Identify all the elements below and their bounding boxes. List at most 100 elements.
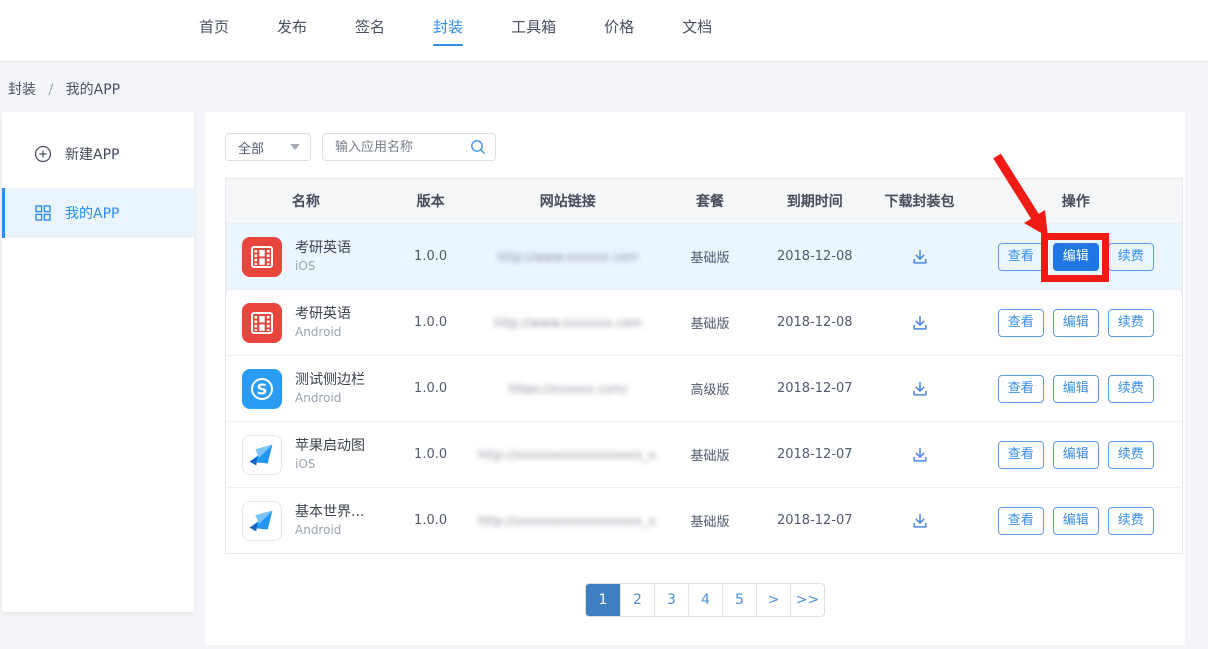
nav-item-4[interactable]: 封装 bbox=[433, 16, 463, 46]
sidebar-item-label: 我的APP bbox=[65, 203, 119, 223]
website-link-blurred: http://xxxxxxxxxxxxxxxxxx_x... bbox=[478, 448, 658, 462]
plan-cell: 基础版 bbox=[660, 445, 760, 464]
version-cell: 1.0.0 bbox=[386, 315, 476, 330]
nav-item-2[interactable]: 发布 bbox=[277, 16, 307, 46]
plan-cell: 基础版 bbox=[660, 313, 760, 332]
filter-dropdown[interactable]: 全部 bbox=[225, 133, 311, 161]
renew-button[interactable]: 续费 bbox=[1108, 375, 1154, 403]
renew-button[interactable]: 续费 bbox=[1108, 243, 1154, 271]
app-name: 苹果启动图 bbox=[295, 437, 365, 456]
top-navigation-bar: 首页 发布 签名 封装 工具箱 价格 文档 bbox=[0, 0, 1208, 62]
app-name: 考研英语 bbox=[295, 305, 351, 324]
app-icon-film-red bbox=[242, 237, 282, 277]
page-button-1[interactable]: 1 bbox=[586, 584, 620, 616]
download-icon[interactable] bbox=[908, 311, 932, 335]
plan-cell: 基础版 bbox=[660, 511, 760, 530]
app-name: 考研英语 bbox=[295, 239, 351, 258]
expiry-date-cell: 2018-12-07 bbox=[760, 381, 870, 396]
app-platform: iOS bbox=[295, 258, 351, 274]
expiry-date-cell: 2018-12-08 bbox=[760, 315, 870, 330]
edit-button[interactable]: 编辑 bbox=[1053, 309, 1099, 337]
next-page-button[interactable]: > bbox=[756, 584, 790, 616]
nav-item-1[interactable]: 首页 bbox=[199, 16, 229, 46]
website-link-blurred: http://www.xxxxxxx.com bbox=[494, 316, 642, 330]
page-button-2[interactable]: 2 bbox=[620, 584, 654, 616]
table-row: S测试侧边栏Android1.0.0https://xxxxxx.com/高级版… bbox=[226, 355, 1182, 421]
nav-item-7[interactable]: 文档 bbox=[682, 16, 712, 46]
app-platform: Android bbox=[295, 324, 351, 340]
last-page-button[interactable]: >> bbox=[790, 584, 824, 616]
search-icon[interactable] bbox=[469, 138, 487, 156]
app-platform: Android bbox=[295, 522, 364, 538]
version-cell: 1.0.0 bbox=[386, 447, 476, 462]
table-row: 基本世界...Android1.0.0http://xxxxxxxxxxxxxx… bbox=[226, 487, 1182, 553]
plan-cell: 高级版 bbox=[660, 379, 760, 398]
version-cell: 1.0.0 bbox=[386, 249, 476, 264]
app-icon-s-blue: S bbox=[242, 369, 282, 409]
search-input[interactable] bbox=[335, 140, 469, 155]
page-button-5[interactable]: 5 bbox=[722, 584, 756, 616]
view-button[interactable]: 查看 bbox=[998, 441, 1044, 469]
renew-button[interactable]: 续费 bbox=[1108, 309, 1154, 337]
sidebar-item-2[interactable]: 我的APP bbox=[2, 188, 194, 238]
edit-button[interactable]: 编辑 bbox=[1053, 507, 1099, 535]
breadcrumb-section[interactable]: 封装 bbox=[8, 82, 36, 98]
app-name: 基本世界... bbox=[295, 503, 364, 522]
breadcrumb: 封装 / 我的APP bbox=[8, 79, 120, 99]
download-icon[interactable] bbox=[908, 377, 932, 401]
app-icon-film-red bbox=[242, 303, 282, 343]
column-header: 操作 bbox=[969, 191, 1182, 211]
app-name: 测试侧边栏 bbox=[295, 371, 365, 390]
table-header-row: 名称版本网站链接套餐到期时间下载封装包操作 bbox=[226, 179, 1182, 223]
download-icon[interactable] bbox=[908, 509, 932, 533]
nav-item-3[interactable]: 签名 bbox=[355, 16, 385, 46]
chevron-down-icon bbox=[290, 144, 300, 150]
column-header: 到期时间 bbox=[760, 191, 870, 211]
column-header: 下载封装包 bbox=[870, 191, 970, 211]
column-header: 名称 bbox=[226, 191, 386, 211]
edit-button[interactable]: 编辑 bbox=[1053, 375, 1099, 403]
column-header: 网站链接 bbox=[475, 191, 660, 211]
app-icon-bird-blue bbox=[242, 501, 282, 541]
expiry-date-cell: 2018-12-07 bbox=[760, 513, 870, 528]
page-button-3[interactable]: 3 bbox=[654, 584, 688, 616]
view-button[interactable]: 查看 bbox=[998, 309, 1044, 337]
sidebar-item-label: 新建APP bbox=[65, 144, 119, 164]
sidebar: 新建APP 我的APP bbox=[2, 112, 194, 612]
sidebar-item-1[interactable]: 新建APP bbox=[2, 130, 194, 178]
app-platform: iOS bbox=[295, 456, 365, 472]
plan-cell: 基础版 bbox=[660, 247, 760, 266]
download-icon[interactable] bbox=[908, 443, 932, 467]
view-button[interactable]: 查看 bbox=[998, 243, 1044, 271]
page-button-4[interactable]: 4 bbox=[688, 584, 722, 616]
edit-button[interactable]: 编辑 bbox=[1053, 243, 1099, 271]
version-cell: 1.0.0 bbox=[386, 513, 476, 528]
app-platform: Android bbox=[295, 390, 365, 406]
app-icon-bird-blue bbox=[242, 435, 282, 475]
column-header: 版本 bbox=[386, 191, 476, 211]
plus-circle-icon bbox=[34, 145, 52, 163]
main-panel: 全部 名称版本网站链接套餐到期时间下载封装包操作 考研英语iOS1.0.0htt… bbox=[205, 112, 1185, 645]
edit-button[interactable]: 编辑 bbox=[1053, 441, 1099, 469]
expiry-date-cell: 2018-12-07 bbox=[760, 447, 870, 462]
search-box bbox=[322, 133, 496, 161]
app-table: 名称版本网站链接套餐到期时间下载封装包操作 考研英语iOS1.0.0http:/… bbox=[225, 178, 1183, 554]
version-cell: 1.0.0 bbox=[386, 381, 476, 396]
table-row: 考研英语Android 1.0.0 http://www.xxxxxxx.com 基础… bbox=[226, 289, 1182, 355]
renew-button[interactable]: 续费 bbox=[1108, 507, 1154, 535]
nav-item-5[interactable]: 工具箱 bbox=[511, 16, 556, 46]
breadcrumb-separator: / bbox=[48, 82, 53, 98]
view-button[interactable]: 查看 bbox=[998, 507, 1044, 535]
nav-item-6[interactable]: 价格 bbox=[604, 16, 634, 46]
filter-dropdown-value: 全部 bbox=[238, 138, 264, 157]
renew-button[interactable]: 续费 bbox=[1108, 441, 1154, 469]
website-link-blurred: http://www.xxxxxx.com bbox=[497, 250, 638, 264]
grid-icon bbox=[34, 204, 52, 222]
table-row: 考研英语iOS 1.0.0 http://www.xxxxxx.com 基础版2018… bbox=[226, 223, 1182, 289]
expiry-date-cell: 2018-12-08 bbox=[760, 249, 870, 264]
column-header: 套餐 bbox=[660, 191, 760, 211]
download-icon[interactable] bbox=[908, 245, 932, 269]
view-button[interactable]: 查看 bbox=[998, 375, 1044, 403]
pagination: 12345>>> bbox=[585, 583, 825, 617]
svg-text:S: S bbox=[257, 380, 268, 398]
